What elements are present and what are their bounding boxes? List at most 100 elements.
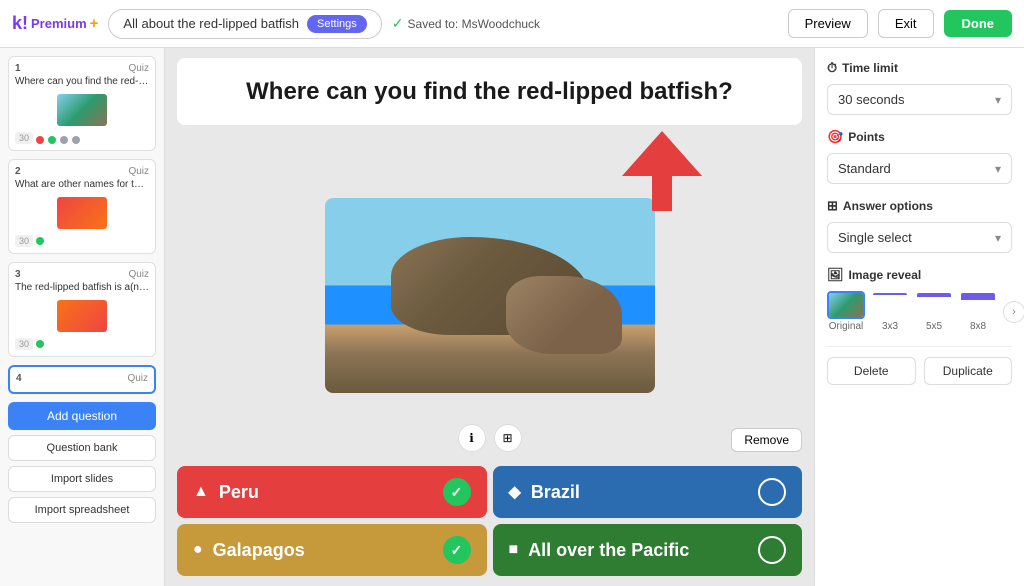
main-layout: 1 Quiz Where can you find the red-lipped… [0, 48, 1024, 586]
delete-button[interactable]: Delete [827, 357, 916, 385]
panel-actions: Delete Duplicate [827, 346, 1012, 385]
answer-brazil-left: ◆ Brazil [509, 482, 580, 503]
item-timer-row-2: 30 [15, 235, 149, 247]
points-dropdown[interactable]: Standard ▾ [827, 153, 1012, 184]
exit-button[interactable]: Exit [878, 9, 934, 38]
item-number-3: 3 [15, 269, 21, 282]
answer-pacific-label: All over the Pacific [528, 540, 689, 561]
time-limit-section: ⏱ Time limit 30 seconds ▾ [827, 60, 1012, 115]
time-limit-icon: ⏱ [827, 60, 837, 76]
preview-button[interactable]: Preview [788, 9, 868, 38]
time-limit-chevron-icon: ▾ [995, 93, 1001, 107]
answer-options-value: Single select [838, 230, 912, 245]
answer-brazil-check [758, 478, 786, 506]
answer-options-label: Answer options [843, 199, 933, 213]
answer-galapagos-label: Galapagos [213, 540, 305, 561]
answer-options-dropdown[interactable]: Single select ▾ [827, 222, 1012, 253]
image-info-button[interactable]: ℹ [458, 424, 486, 452]
duplicate-button[interactable]: Duplicate [924, 357, 1013, 385]
saved-indicator: ✓ Saved to: MsWoodchuck [392, 15, 540, 32]
answer-galapagos-left: ● Galapagos [193, 540, 305, 561]
image-reveal-title: 🖼 Image reveal [827, 267, 1012, 283]
answer-pacific-check [758, 536, 786, 564]
image-reveal-section: 🖼 Image reveal Original [827, 267, 1012, 332]
reveal-option-3x3[interactable]: 3x3 [871, 291, 909, 332]
reveal-label-3x3: 3x3 [882, 321, 898, 332]
image-reveal-label: Image reveal [849, 268, 922, 282]
dot-green-3 [36, 340, 44, 348]
sidebar-item-2[interactable]: 2 Quiz What are other names for this cre… [8, 159, 156, 254]
points-section: 🎯 Points Standard ▾ [827, 129, 1012, 184]
reveal-grid-5x5 [917, 293, 951, 297]
points-icon: 🎯 [827, 129, 843, 145]
answer-galapagos[interactable]: ● Galapagos ✓ [177, 524, 487, 576]
reveal-label-8x8: 8x8 [970, 321, 986, 332]
done-button[interactable]: Done [944, 10, 1013, 37]
reveal-label-5x5: 5x5 [926, 321, 942, 332]
image-reveal-icon: 🖼 [827, 267, 844, 283]
points-value: Standard [838, 161, 891, 176]
image-reveal-options: Original 3x3 [827, 291, 1012, 332]
points-label: Points [848, 130, 885, 144]
question-bank-button[interactable]: Question bank [8, 435, 156, 461]
answer-pacific-left: ■ All over the Pacific [509, 540, 690, 561]
add-question-button[interactable]: Add question [8, 402, 156, 430]
logo-plus: + [90, 15, 99, 32]
import-slides-button[interactable]: Import slides [8, 466, 156, 492]
reveal-thumb-3x3 [871, 291, 909, 319]
time-limit-dropdown[interactable]: 30 seconds ▾ [827, 84, 1012, 115]
sidebar-item-4[interactable]: 4 Quiz [8, 365, 156, 394]
item-timer-2: 30 [15, 235, 33, 247]
title-bar[interactable]: All about the red-lipped batfish Setting… [108, 9, 381, 39]
answer-options-title: ⊞ Answer options [827, 198, 1012, 214]
reveal-option-5x5[interactable]: 5x5 [915, 291, 953, 332]
dot-red-1 [36, 136, 44, 144]
item-dots-3 [36, 340, 44, 348]
answer-brazil-shape: ◆ [509, 482, 521, 502]
item-number-4: 4 [16, 373, 22, 386]
quiz-title: All about the red-lipped batfish [123, 16, 299, 31]
dot-green-2 [36, 237, 44, 245]
question-card: Where can you find the red-lipped batfis… [177, 58, 802, 125]
dot-green-1 [48, 136, 56, 144]
reveal-label-original: Original [829, 321, 863, 332]
header-actions: Preview Exit Done [788, 9, 1012, 38]
logo-premium: Premium [31, 16, 87, 31]
remove-image-button[interactable]: Remove [731, 428, 802, 452]
item-type-3: Quiz [128, 269, 149, 280]
reveal-next-button[interactable]: › [1003, 301, 1024, 323]
galapagos-illustration [325, 198, 655, 393]
sidebar: 1 Quiz Where can you find the red-lipped… [0, 48, 165, 586]
app-header: k!Premium+ All about the red-lipped batf… [0, 0, 1024, 48]
reveal-thumb-original [827, 291, 865, 319]
item-timer-1: 30 [15, 132, 33, 144]
answer-pacific[interactable]: ■ All over the Pacific [493, 524, 803, 576]
answer-galapagos-shape: ● [193, 541, 203, 559]
image-edit-button[interactable]: ⊞ [494, 424, 522, 452]
reveal-option-8x8[interactable]: 8x8 [959, 291, 997, 332]
answer-options-section: ⊞ Answer options Single select ▾ [827, 198, 1012, 253]
item-type-2: Quiz [128, 166, 149, 177]
import-spreadsheet-button[interactable]: Import spreadsheet [8, 497, 156, 523]
settings-button[interactable]: Settings [307, 15, 367, 33]
reveal-thumb-img-original [829, 293, 863, 317]
reveal-grid-3x3 [873, 293, 907, 295]
reveal-option-original[interactable]: Original [827, 291, 865, 332]
item-thumb-1 [57, 94, 107, 126]
answer-brazil-label: Brazil [531, 482, 580, 503]
sidebar-item-1[interactable]: 1 Quiz Where can you find the red-lipped… [8, 56, 156, 151]
points-title: 🎯 Points [827, 129, 1012, 145]
answer-brazil[interactable]: ◆ Brazil [493, 466, 803, 518]
center-content: Where can you find the red-lipped batfis… [165, 48, 814, 586]
item-type-4: Quiz [127, 373, 148, 384]
answer-peru-shape: ▲ [193, 483, 209, 501]
reveal-thumb-5x5 [915, 291, 953, 319]
time-limit-value: 30 seconds [838, 92, 905, 107]
answer-peru-left: ▲ Peru [193, 482, 259, 503]
time-limit-label: Time limit [842, 61, 898, 75]
item-dots-1 [36, 136, 80, 144]
question-image [325, 198, 655, 393]
logo-k: k! [12, 13, 28, 34]
sidebar-item-3[interactable]: 3 Quiz The red-lipped batfish is a(n)...… [8, 262, 156, 357]
answer-peru[interactable]: ▲ Peru ✓ [177, 466, 487, 518]
